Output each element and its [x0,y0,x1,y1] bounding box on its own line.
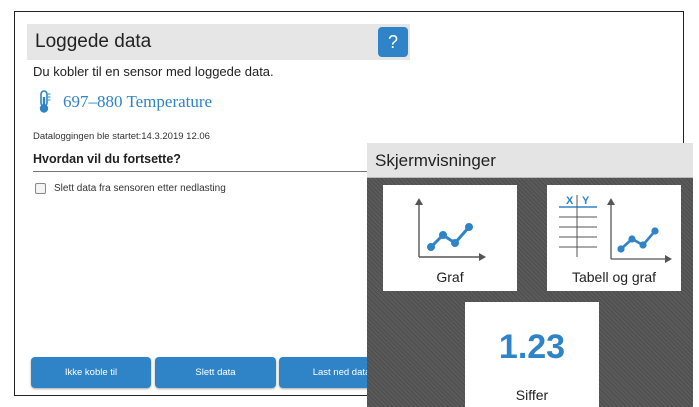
delete-data-button[interactable]: Slett data [155,357,276,388]
intro-text: Du kobler til en sensor med loggede data… [33,64,274,79]
view-option-digits[interactable]: 1.23 Siffer [465,302,599,407]
thermometer-icon [37,90,51,114]
sensor-row: 697–880 Temperature [37,90,212,114]
dialog-header: Loggede data ? [27,24,410,60]
help-button[interactable]: ? [378,27,408,57]
view-option-table-graph[interactable]: X Y Tabell og graf [547,185,681,291]
view-option-table-graph-label: Tabell og graf [571,269,657,285]
screen-views-header: Skjermvisninger [367,143,693,178]
sensor-name: 697–880 Temperature [63,92,213,111]
delete-after-download-label: Slett data fra sensoren etter nedlasting [54,183,226,194]
table-header-x: X [566,195,574,207]
question-heading: Hvordan vil du fortsette? [33,152,181,166]
screen-views-panel: Skjermvisninger Graf X Y Tabell og graf … [367,143,693,407]
digits-sample-value: 1.23 [498,328,566,366]
dialog-title: Loggede data [35,31,152,52]
logging-started-text: Dataloggingen ble startet:14.3.2019 12.0… [33,131,210,142]
divider [33,171,413,172]
view-option-digits-label: Siffer [515,387,549,403]
delete-after-download-checkbox[interactable] [35,183,46,194]
skip-connect-button[interactable]: Ikke koble til [31,357,151,388]
table-header-y: Y [582,195,590,207]
screen-views-title: Skjermvisninger [375,151,496,170]
view-option-graph[interactable]: Graf [383,185,517,291]
delete-after-download-option[interactable]: Slett data fra sensoren etter nedlasting [35,183,226,194]
view-option-graph-label: Graf [436,269,464,285]
